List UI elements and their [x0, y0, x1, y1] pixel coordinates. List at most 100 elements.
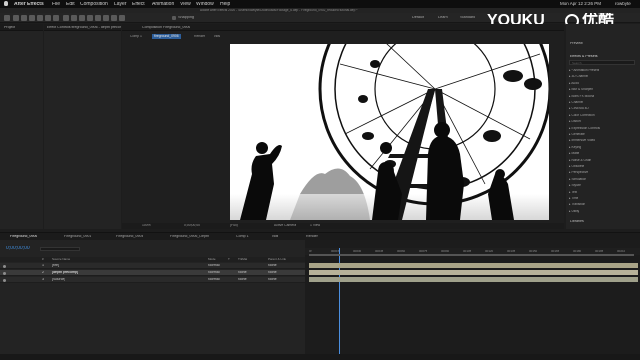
- effects-category-item[interactable]: ▸ Matte: [569, 152, 579, 155]
- effects-category-item[interactable]: ▸ Simulation: [569, 178, 586, 181]
- layer-parent[interactable]: None: [268, 271, 277, 275]
- home-icon[interactable]: [4, 15, 10, 21]
- menu-view[interactable]: View: [180, 2, 191, 7]
- preview-panel-title[interactable]: Preview: [570, 42, 583, 46]
- roto-brush-tool-icon[interactable]: [111, 15, 117, 21]
- workspace-standard[interactable]: Standard: [460, 16, 475, 20]
- camera-dropdown[interactable]: Active Camera: [274, 224, 296, 227]
- breadcrumb-vids[interactable]: vids: [214, 35, 220, 38]
- effects-category-item[interactable]: ▸ Stylize: [569, 184, 581, 187]
- effects-category-item[interactable]: ▸ Distort: [569, 120, 581, 123]
- layer-row[interactable]: 1 [fire] Normal None: [0, 263, 305, 269]
- effects-category-item[interactable]: ▸ Perspective: [569, 171, 588, 174]
- effects-category-item[interactable]: ▸ 3D Channel: [569, 75, 588, 78]
- effects-category-item[interactable]: ▸ Utility: [569, 210, 579, 213]
- layer-row[interactable]: 3 [Source] Normal None None: [0, 277, 305, 283]
- layer-name[interactable]: [Source]: [52, 278, 65, 282]
- zoom-tool-icon[interactable]: [29, 15, 35, 21]
- effects-category-item[interactable]: ▸ Transition: [569, 203, 585, 206]
- views-dropdown[interactable]: 1 View: [310, 224, 320, 227]
- menu-help[interactable]: Help: [220, 2, 230, 7]
- layer-row-selected[interactable]: 2 [depth precomp] Normal None None: [0, 270, 305, 276]
- user-name[interactable]: rowbyte: [615, 2, 631, 7]
- puppet-tool-icon[interactable]: [119, 15, 125, 21]
- rectangle-tool-icon[interactable]: [63, 15, 69, 21]
- layer-mode[interactable]: Normal: [208, 278, 220, 282]
- type-tool-icon[interactable]: [79, 15, 85, 21]
- pan-behind-tool-icon[interactable]: [53, 15, 59, 21]
- brush-tool-icon[interactable]: [87, 15, 93, 21]
- layer-mode[interactable]: Normal: [208, 264, 220, 268]
- project-tab[interactable]: Project: [4, 26, 15, 30]
- selection-tool-icon[interactable]: [13, 15, 19, 21]
- effects-category-item[interactable]: ▸ Audio: [569, 82, 579, 85]
- menu-composition[interactable]: Composition: [80, 2, 108, 7]
- effects-category-item[interactable]: ▸ Blur & Sharpen: [569, 88, 593, 91]
- effect-controls-tab[interactable]: Effect Controls fireground_0906 - depth …: [47, 26, 121, 30]
- eye-visibility-icon[interactable]: [3, 264, 6, 268]
- timeline-tab-fireground-0904[interactable]: Fireground_0904: [116, 235, 143, 239]
- menu-layer[interactable]: Layer: [114, 2, 127, 7]
- eraser-tool-icon[interactable]: [103, 15, 109, 21]
- snapping-label[interactable]: Snapping: [178, 16, 194, 20]
- menu-animation[interactable]: Animation: [152, 2, 174, 7]
- effects-category-item[interactable]: ▸ Channel: [569, 101, 583, 104]
- layer-trkmat[interactable]: None: [238, 278, 247, 282]
- effects-category-item[interactable]: ▸ Obsolete: [569, 165, 584, 168]
- workspace-default[interactable]: Default: [412, 16, 424, 20]
- rotate-tool-icon[interactable]: [37, 15, 43, 21]
- effects-search-input[interactable]: Search: [569, 60, 635, 65]
- menu-effect[interactable]: Effect: [132, 2, 145, 7]
- effects-category-item[interactable]: ▸ Generate: [569, 133, 585, 136]
- effects-presets-title[interactable]: Effects & Presets: [570, 55, 598, 59]
- layer-parent[interactable]: None: [268, 278, 277, 282]
- menu-file[interactable]: File: [52, 2, 60, 7]
- resolution-dropdown[interactable]: (Full): [230, 224, 238, 227]
- effects-category-item[interactable]: ▸ Immersive Video: [569, 139, 595, 142]
- timeline-tab-vids[interactable]: vids: [272, 235, 278, 239]
- timeline-tab-fireground-0906[interactable]: Fireground_0906: [10, 235, 37, 239]
- breadcrumb-fireground[interactable]: fireground_0906: [152, 34, 181, 40]
- timeline-tab-render[interactable]: Render: [306, 235, 318, 239]
- workspace-learn[interactable]: Learn: [438, 16, 448, 20]
- camera-tool-icon[interactable]: [45, 15, 51, 21]
- effects-category-item[interactable]: ▸ Color Correction: [569, 114, 595, 117]
- clone-stamp-tool-icon[interactable]: [95, 15, 101, 21]
- effects-category-item[interactable]: ▸ CINEMA 4D: [569, 107, 589, 110]
- effects-category-item[interactable]: ▸ * Animation Presets: [569, 69, 599, 72]
- effects-category-item[interactable]: ▸ Time: [569, 197, 578, 200]
- hand-tool-icon[interactable]: [21, 15, 27, 21]
- snapping-checkbox-icon[interactable]: [172, 16, 176, 20]
- timeline-timecode[interactable]: 0;00;00;00: [6, 246, 30, 251]
- layer-trkmat[interactable]: None: [238, 271, 247, 275]
- effects-category-item[interactable]: ▸ Boris FX Mocha: [569, 95, 594, 98]
- layer-parent[interactable]: None: [268, 264, 277, 268]
- timeline-search-input[interactable]: [40, 247, 80, 251]
- work-area-bar[interactable]: [309, 254, 634, 256]
- zoom-dropdown[interactable]: 100%: [142, 224, 151, 227]
- eye-visibility-icon[interactable]: [3, 271, 6, 275]
- effects-category-item[interactable]: ▸ Text: [569, 191, 577, 194]
- breadcrumb-comp1[interactable]: Comp 1: [130, 35, 142, 38]
- pen-tool-icon[interactable]: [71, 15, 77, 21]
- timeline-tab-fireground-0906-depth[interactable]: Fireground_0906_Depth: [170, 235, 209, 239]
- effects-category-item[interactable]: ▸ Keying: [569, 146, 581, 149]
- layer-bar[interactable]: [309, 277, 638, 282]
- layer-bar[interactable]: [309, 270, 638, 275]
- menu-edit[interactable]: Edit: [66, 2, 75, 7]
- timeline-tab-fireground-0901[interactable]: Fireground_0901: [64, 235, 91, 239]
- effects-category-item[interactable]: ▸ Expression Controls: [569, 127, 600, 130]
- layer-name[interactable]: [fire]: [52, 264, 59, 268]
- composition-viewer[interactable]: [230, 44, 549, 220]
- libraries-panel-title[interactable]: Libraries: [570, 220, 584, 224]
- effects-category-item[interactable]: ▸ Noise & Grain: [569, 159, 591, 162]
- viewer-timecode[interactable]: 0;00;00;00: [184, 224, 200, 227]
- layer-mode[interactable]: Normal: [208, 271, 220, 275]
- timeline-tab-comp1[interactable]: Comp 1: [236, 235, 249, 239]
- composition-tab[interactable]: Composition Fireground_0906: [142, 26, 190, 30]
- app-menu-title[interactable]: After Effects: [14, 2, 44, 7]
- layer-name[interactable]: [depth precomp]: [52, 271, 78, 275]
- menu-window[interactable]: Window: [196, 2, 214, 7]
- timeline-track-area[interactable]: 0f 00015 00030 00045 00060 00075 00090 00105 001…: [305, 240, 640, 355]
- apple-icon[interactable]: [4, 1, 8, 6]
